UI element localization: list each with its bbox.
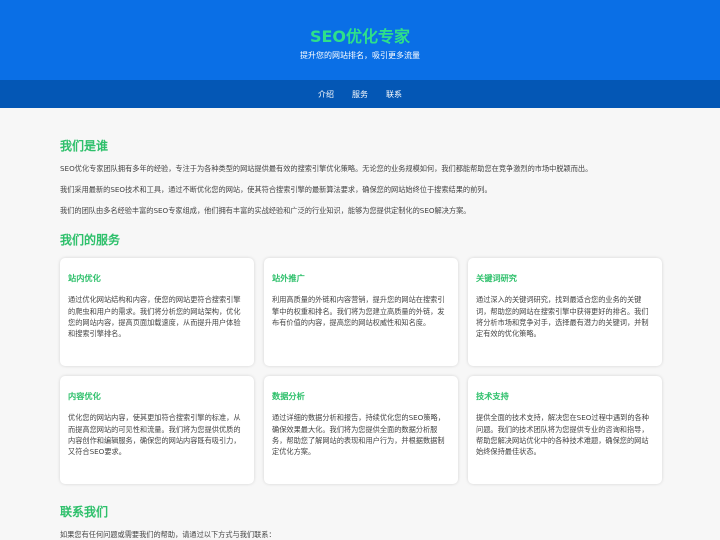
service-card-content: 内容优化 优化您的网站内容，使其更加符合搜索引擎的标准，从而提高您网站的可见性和… — [60, 376, 254, 485]
contact-intro: 如果您有任何问题或需要我们的帮助，请通过以下方式与我们联系： — [60, 530, 276, 540]
service-card-text: 通过详细的数据分析和报告，持续优化您的SEO策略，确保效果最大化。我们将为您提供… — [272, 413, 445, 456]
service-card-text: 利用高质量的外链和内容营销，提升您的网站在搜索引擎中的权重和排名。我们将为您建立… — [272, 295, 445, 327]
nav-link-intro[interactable]: 介绍 — [318, 89, 334, 100]
about-paragraph: 我们采用最新的SEO技术和工具，通过不断优化您的网站，使其符合搜索引擎的最新算法… — [60, 184, 492, 194]
service-card-analytics: 数据分析 通过详细的数据分析和报告，持续优化您的SEO策略，确保效果最大化。我们… — [264, 376, 458, 485]
service-card-text: 通过深入的关键词研究，找到最适合您的业务的关键词，帮助您的网站在搜索引擎中获得更… — [476, 295, 649, 338]
main-content: 我们是谁 SEO优化专家团队拥有多年的经验，专注于为各种类型的网站提供最有效的搜… — [0, 137, 720, 540]
service-card-title: 数据分析 — [272, 391, 305, 402]
service-card-title: 站外推广 — [272, 273, 305, 284]
service-card-keywords: 关键词研究 通过深入的关键词研究，找到最适合您的业务的关键词，帮助您的网站在搜索… — [468, 258, 662, 367]
service-card-title: 站内优化 — [68, 273, 101, 284]
nav-link-contact[interactable]: 联系 — [386, 89, 402, 100]
nav-link-services[interactable]: 服务 — [352, 89, 368, 100]
service-card-title: 内容优化 — [68, 391, 101, 402]
service-card-text: 优化您的网站内容，使其更加符合搜索引擎的标准，从而提高您网站的可见性和流量。我们… — [68, 413, 241, 456]
about-title: 我们是谁 — [60, 139, 109, 153]
about-paragraph: SEO优化专家团队拥有多年的经验，专注于为各种类型的网站提供最有效的搜索引擎优化… — [60, 164, 593, 173]
site-subtitle: 提升您的网站排名，吸引更多流量 — [300, 51, 420, 60]
site-header: SEO优化专家 提升您的网站排名，吸引更多流量 — [0, 0, 720, 80]
service-card-title: 技术支持 — [476, 391, 509, 402]
service-card-text: 提供全面的技术支持，解决您在SEO过程中遇到的各种问题。我们的技术团队将为您提供… — [476, 413, 649, 456]
service-card-offsite: 站外推广 利用高质量的外链和内容营销，提升您的网站在搜索引擎中的权重和排名。我们… — [264, 258, 458, 367]
services-title: 我们的服务 — [60, 233, 121, 248]
services-grid: 站内优化 通过优化网站结构和内容，使您的网站更符合搜索引擎的爬虫和用户的需求。我… — [60, 258, 662, 485]
about-paragraph: 我们的团队由多名经验丰富的SEO专家组成，他们拥有丰富的实战经验和广泛的行业知识… — [60, 205, 471, 215]
contact-title: 联系我们 — [60, 505, 109, 520]
service-card-onsite: 站内优化 通过优化网站结构和内容，使您的网站更符合搜索引擎的爬虫和用户的需求。我… — [60, 258, 254, 367]
site-title: SEO优化专家 — [309, 27, 411, 46]
main-nav: 介绍 服务 联系 — [0, 80, 720, 108]
service-card-text: 通过优化网站结构和内容，使您的网站更符合搜索引擎的爬虫和用户的需求。我们将分析您… — [68, 295, 241, 338]
service-card-title: 关键词研究 — [476, 273, 517, 284]
service-card-support: 技术支持 提供全面的技术支持，解决您在SEO过程中遇到的各种问题。我们的技术团队… — [468, 376, 662, 485]
